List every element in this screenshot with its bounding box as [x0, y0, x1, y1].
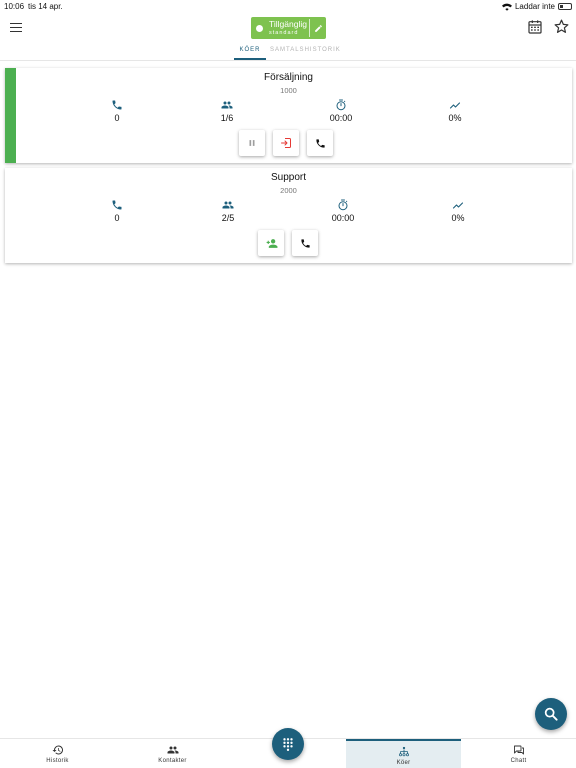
dialpad-button[interactable] — [272, 728, 304, 760]
availability-status-button[interactable]: Tillgänglig standard — [251, 17, 326, 39]
status-sub-label: standard — [269, 29, 299, 36]
nav-historik[interactable]: Historik — [0, 739, 115, 768]
trend-icon — [452, 202, 464, 209]
call-queue-button[interactable] — [307, 130, 333, 156]
queue-card: Försäljning 1000 0 1/6 00:00 0% — [5, 68, 572, 163]
nav-chatt[interactable]: Chatt — [461, 739, 576, 768]
status-dot-icon — [256, 24, 263, 32]
tab-samtalshistorik[interactable]: SAMTALSHISTORIK — [270, 47, 341, 53]
queue-agents-value: 1/6 — [220, 113, 234, 123]
queue-code: 1000 — [280, 86, 297, 95]
dialpad-icon — [283, 738, 293, 751]
edit-icon — [314, 24, 322, 32]
star-icon — [554, 19, 569, 33]
timer-icon — [336, 99, 346, 111]
nav-koer[interactable]: Köer — [346, 739, 461, 768]
trend-icon — [449, 102, 461, 109]
tab-bar: KÖER SAMTALSHISTORIK — [0, 44, 576, 61]
search-button[interactable] — [535, 698, 567, 730]
join-queue-button[interactable] — [258, 230, 284, 256]
queue-calls-value: 0 — [114, 213, 120, 223]
queue-calls-stat: 0 — [102, 199, 132, 223]
charging-label: Laddar inte — [514, 2, 555, 11]
calendar-button[interactable] — [527, 19, 543, 35]
phone-icon — [315, 138, 325, 148]
queue-calls-stat: 0 — [102, 99, 132, 123]
tab-koer[interactable]: KÖER — [234, 47, 266, 53]
queue-agents-stat: 2/5 — [213, 199, 243, 223]
logout-queue-button[interactable] — [273, 130, 299, 156]
phone-icon — [300, 238, 310, 248]
pause-queue-button[interactable] — [239, 130, 265, 156]
history-icon — [52, 745, 63, 755]
pause-icon — [249, 140, 255, 146]
add-person-icon — [266, 238, 277, 248]
contacts-icon — [167, 746, 178, 754]
queue-name: Försäljning — [264, 72, 313, 83]
nav-historik-label: Historik — [46, 758, 69, 764]
status-time: 10:06 — [4, 2, 25, 11]
queue-name: Support — [270, 172, 307, 183]
calendar-icon — [528, 20, 542, 34]
status-label: Tillgänglig — [269, 19, 307, 29]
queue-wait-stat: 00:00 — [328, 199, 358, 223]
wifi-icon — [501, 3, 512, 11]
nav-chatt-label: Chatt — [510, 758, 527, 764]
queue-agents-stat: 1/6 — [212, 99, 242, 123]
status-right: Laddar inte — [501, 2, 572, 11]
queue-wait-stat: 00:00 — [326, 99, 356, 123]
queue-rate-value: 0% — [448, 113, 462, 123]
queues-icon — [398, 746, 409, 757]
status-date: tis 14 apr. — [28, 2, 63, 11]
menu-button[interactable] — [8, 20, 24, 36]
battery-icon — [558, 3, 572, 10]
status-bar: 10:06 tis 14 apr. Laddar inte — [0, 0, 576, 14]
nav-kontakter-label: Kontakter — [158, 758, 187, 764]
queue-calls-value: 0 — [114, 113, 120, 123]
people-icon — [222, 201, 234, 209]
timer-icon — [338, 199, 348, 211]
queue-rate-value: 0% — [451, 213, 465, 223]
search-icon — [544, 707, 558, 721]
menu-icon — [10, 22, 22, 25]
queue-agents-value: 2/5 — [221, 213, 235, 223]
queue-code: 2000 — [280, 186, 297, 195]
queue-wait-value: 00:00 — [329, 113, 353, 123]
people-icon — [221, 101, 233, 109]
queue-rate-stat: 0% — [443, 199, 473, 223]
favorites-button[interactable] — [553, 18, 570, 35]
phone-icon — [112, 100, 122, 110]
phone-icon — [112, 200, 122, 210]
logout-icon — [281, 138, 291, 148]
nav-kontakter[interactable]: Kontakter — [115, 739, 230, 768]
top-bar: Tillgänglig standard — [0, 14, 576, 44]
call-queue-button[interactable] — [292, 230, 318, 256]
queue-wait-value: 00:00 — [331, 213, 355, 223]
queue-rate-stat: 0% — [440, 99, 470, 123]
nav-koer-label: Köer — [396, 760, 411, 766]
chat-icon — [513, 745, 524, 755]
queue-card: Support 2000 0 2/5 00:00 0% — [5, 168, 572, 263]
edit-status-button[interactable] — [309, 19, 326, 37]
tab-koer-indicator — [234, 58, 266, 60]
